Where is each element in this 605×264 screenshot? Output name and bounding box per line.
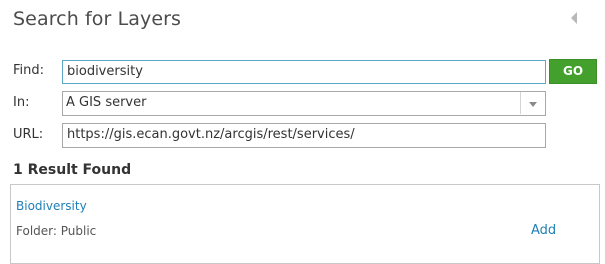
url-input[interactable]: https://gis.ecan.govt.nz/arcgis/rest/ser… [62, 123, 546, 148]
chevron-down-icon [529, 102, 537, 107]
collapse-arrow-icon[interactable] [571, 12, 577, 24]
select-dropdown-button[interactable] [520, 92, 545, 114]
in-select[interactable]: A GIS server [62, 91, 546, 116]
add-layer-link[interactable]: Add [531, 223, 556, 238]
result-name-link[interactable]: Biodiversity [16, 199, 87, 213]
in-label: In: [13, 95, 30, 110]
results-list: Biodiversity Folder: Public Add [10, 184, 600, 264]
go-button[interactable]: GO [549, 59, 597, 84]
in-select-value: A GIS server [66, 95, 147, 110]
result-folder: Folder: Public [16, 224, 97, 238]
find-input[interactable]: biodiversity [62, 60, 546, 84]
find-label: Find: [13, 63, 45, 78]
panel-title: Search for Layers [13, 8, 182, 30]
result-count-heading: 1 Result Found [13, 162, 132, 178]
url-label: URL: [13, 127, 44, 142]
